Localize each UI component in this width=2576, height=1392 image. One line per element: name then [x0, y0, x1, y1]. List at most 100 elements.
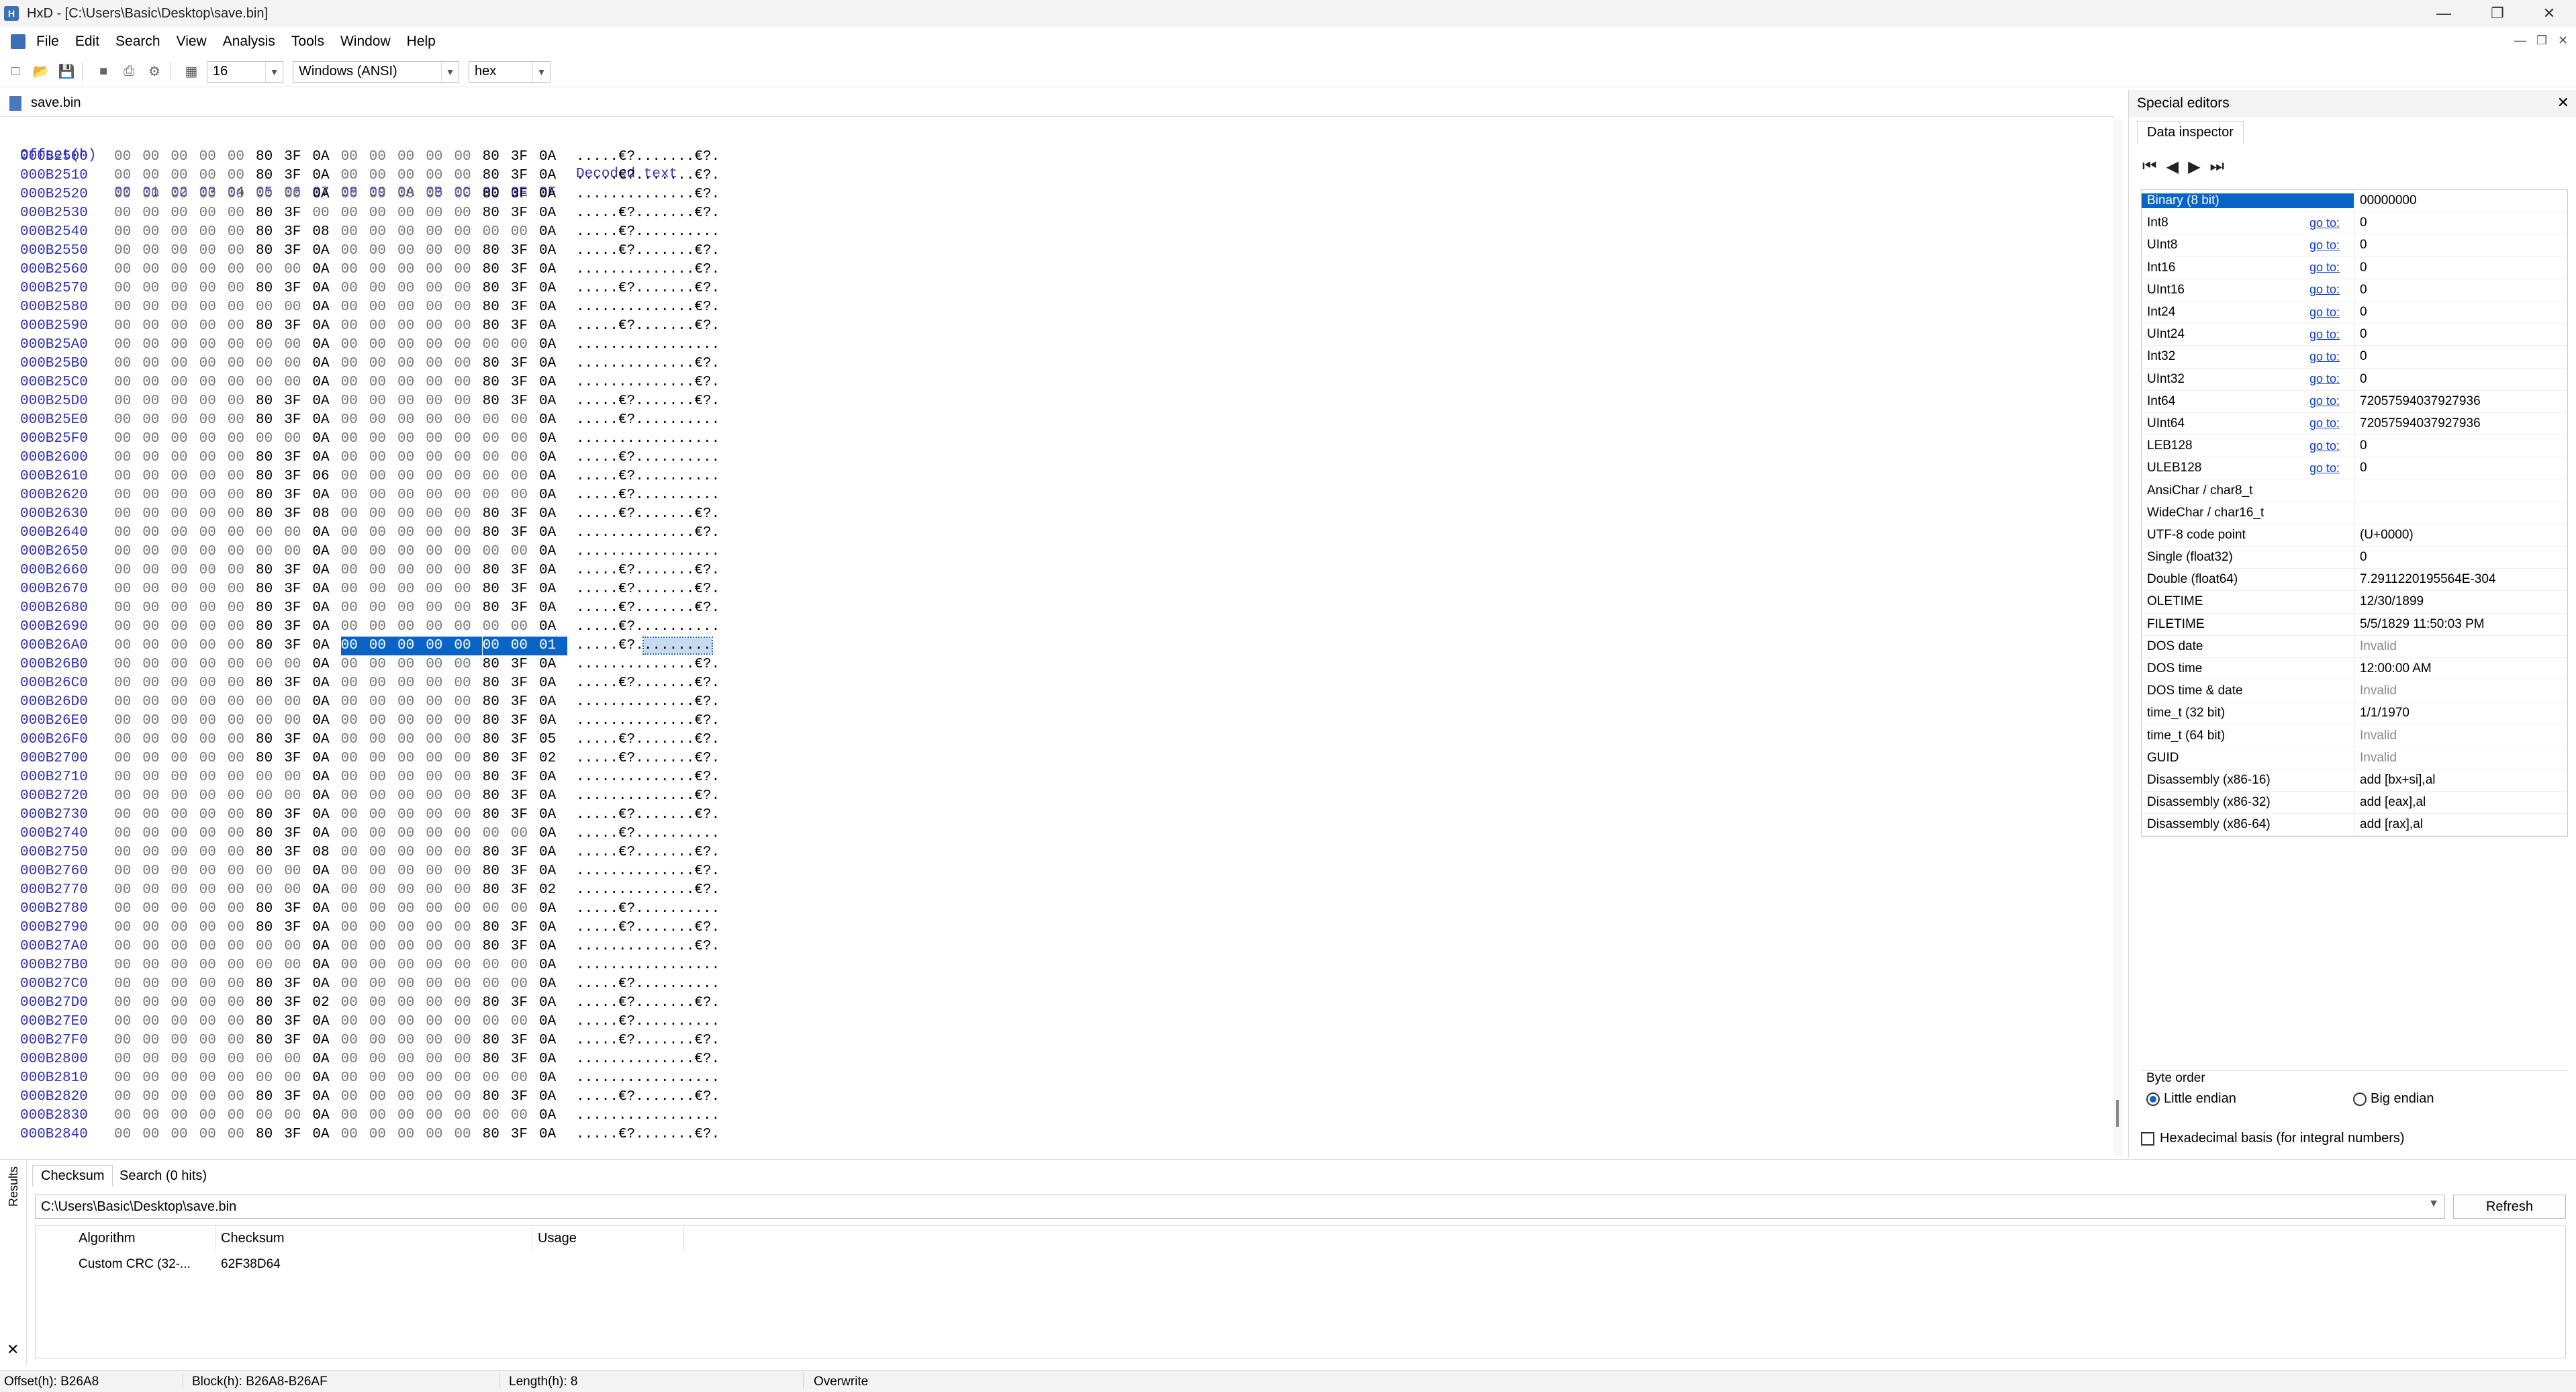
hex-byte[interactable]: 0A	[539, 712, 567, 731]
hex-byte[interactable]: 0A	[312, 655, 340, 674]
hex-byte[interactable]: 00	[228, 167, 256, 185]
hex-byte[interactable]: 00	[114, 618, 142, 637]
hex-byte[interactable]: 00	[114, 317, 142, 336]
hex-byte[interactable]: 00	[114, 467, 142, 486]
hex-byte[interactable]: 00	[284, 336, 312, 355]
hex-byte[interactable]: 00	[199, 580, 228, 599]
hex-byte[interactable]: 00	[341, 148, 369, 167]
hex-byte[interactable]: 0A	[312, 148, 340, 167]
hex-byte[interactable]: 00	[228, 693, 256, 712]
hex-byte[interactable]: 0A	[539, 1107, 567, 1125]
hex-byte[interactable]: 80	[256, 843, 284, 862]
inspector-value[interactable]: 72057594037927936	[2354, 390, 2567, 412]
hex-byte[interactable]: 00	[341, 486, 369, 505]
hex-byte[interactable]: 00	[511, 543, 539, 561]
decoded-text[interactable]: .....€?.......€?.	[576, 731, 720, 749]
hex-byte[interactable]: 00	[199, 749, 228, 768]
inspector-value[interactable]: add [bx+si],al	[2354, 769, 2567, 792]
document-icon[interactable]	[11, 34, 26, 49]
hex-byte[interactable]: 0A	[539, 355, 567, 373]
goto-link[interactable]: go to:	[2309, 439, 2354, 453]
hex-byte[interactable]: 80	[483, 524, 511, 543]
hex-byte[interactable]: 00	[114, 430, 142, 449]
inspector-row[interactable]: OLETIME 12/30/1899	[2142, 591, 2567, 614]
hex-byte[interactable]: 00	[114, 298, 142, 317]
hex-byte[interactable]: 3F	[511, 1031, 539, 1050]
hex-byte[interactable]: 00	[114, 693, 142, 712]
document-tab[interactable]: save.bin	[31, 95, 81, 111]
hex-byte[interactable]: 0A	[312, 298, 340, 317]
hex-byte[interactable]: 00	[142, 355, 171, 373]
hex-byte[interactable]: 00	[171, 223, 199, 242]
decoded-text[interactable]: .....€?.......€?.	[576, 167, 720, 185]
hex-byte[interactable]: 00	[341, 185, 369, 204]
hex-byte[interactable]: 00	[369, 1050, 397, 1069]
hex-byte[interactable]: 00	[454, 1013, 482, 1031]
hex-byte[interactable]: 00	[341, 411, 369, 430]
hex-byte[interactable]: 00	[454, 355, 482, 373]
hex-byte[interactable]: 00	[256, 185, 284, 204]
hex-byte[interactable]: 00	[426, 787, 454, 806]
hex-byte[interactable]: 00	[171, 1050, 199, 1069]
hex-byte[interactable]: 0A	[312, 317, 340, 336]
hex-byte[interactable]: 00	[256, 543, 284, 561]
hex-byte[interactable]: 00	[454, 900, 482, 919]
hex-byte[interactable]: 00	[284, 298, 312, 317]
hex-byte[interactable]: 00	[369, 261, 397, 279]
hex-byte[interactable]: 00	[454, 787, 482, 806]
hex-byte[interactable]: 3F	[284, 994, 312, 1013]
hex-byte[interactable]: 00	[284, 787, 312, 806]
hex-byte[interactable]: 0A	[539, 674, 567, 693]
mdi-close-button[interactable]: ✕	[2558, 34, 2568, 48]
hex-byte[interactable]: 0A	[312, 787, 340, 806]
hex-byte[interactable]: 00	[483, 1013, 511, 1031]
hex-byte[interactable]: 00	[369, 185, 397, 204]
hex-byte[interactable]: 00	[341, 204, 369, 223]
hex-byte[interactable]: 00	[199, 561, 228, 580]
hex-byte[interactable]: 00	[454, 712, 482, 731]
hex-byte[interactable]: 3F	[284, 148, 312, 167]
hex-byte[interactable]: 80	[483, 655, 511, 674]
hex-byte[interactable]: 00	[114, 1069, 142, 1088]
decoded-text[interactable]: .................	[576, 336, 720, 355]
hex-byte[interactable]: 3F	[511, 317, 539, 336]
display-mode-select[interactable]: hex ▼	[469, 60, 551, 83]
decoded-text[interactable]: .....€?.......€?.	[576, 919, 720, 937]
hex-byte[interactable]: 00	[426, 261, 454, 279]
inspector-value[interactable]	[2354, 479, 2567, 502]
hex-byte[interactable]: 00	[199, 204, 228, 223]
hex-byte[interactable]: 00	[284, 261, 312, 279]
hex-byte[interactable]: 0A	[312, 1069, 340, 1088]
decoded-text[interactable]: ..............€?.	[576, 712, 720, 731]
hex-byte[interactable]: 80	[256, 806, 284, 825]
hex-byte[interactable]: 00	[256, 881, 284, 900]
inspector-value[interactable]: Invalid	[2354, 635, 2567, 657]
hex-byte[interactable]: 80	[256, 1031, 284, 1050]
hex-byte[interactable]: 00	[114, 1013, 142, 1031]
hex-byte[interactable]: 80	[483, 1088, 511, 1107]
inspector-value[interactable]: 0	[2354, 212, 2567, 234]
inspector-value[interactable]: 0	[2354, 234, 2567, 257]
hex-byte[interactable]: 00	[284, 768, 312, 787]
hex-byte[interactable]: 00	[511, 486, 539, 505]
hex-byte[interactable]: 00	[199, 486, 228, 505]
hex-byte[interactable]: 00	[256, 937, 284, 956]
hex-byte[interactable]: 00	[199, 825, 228, 843]
hex-byte[interactable]: 00	[341, 787, 369, 806]
hex-byte[interactable]: 00	[483, 430, 511, 449]
inspector-row[interactable]: Disassembly (x86-64) add [rax],al	[2142, 814, 2567, 837]
hex-byte[interactable]: 00	[454, 768, 482, 787]
scrollbar-thumb[interactable]	[2116, 1100, 2119, 1127]
hex-byte[interactable]: 80	[483, 298, 511, 317]
minimize-button[interactable]: —	[2417, 0, 2471, 27]
decoded-text[interactable]: ..............€?.	[576, 937, 720, 956]
hex-byte[interactable]: 00	[114, 768, 142, 787]
hex-byte[interactable]: 00	[114, 637, 142, 655]
goto-link[interactable]: go to:	[2309, 394, 2354, 408]
hex-byte[interactable]: 00	[454, 392, 482, 411]
hex-byte[interactable]: 00	[369, 655, 397, 674]
hex-byte[interactable]: 00	[114, 919, 142, 937]
hex-byte[interactable]: 00	[171, 655, 199, 674]
hex-byte[interactable]: 00	[284, 862, 312, 881]
hex-byte[interactable]: 02	[539, 749, 567, 768]
